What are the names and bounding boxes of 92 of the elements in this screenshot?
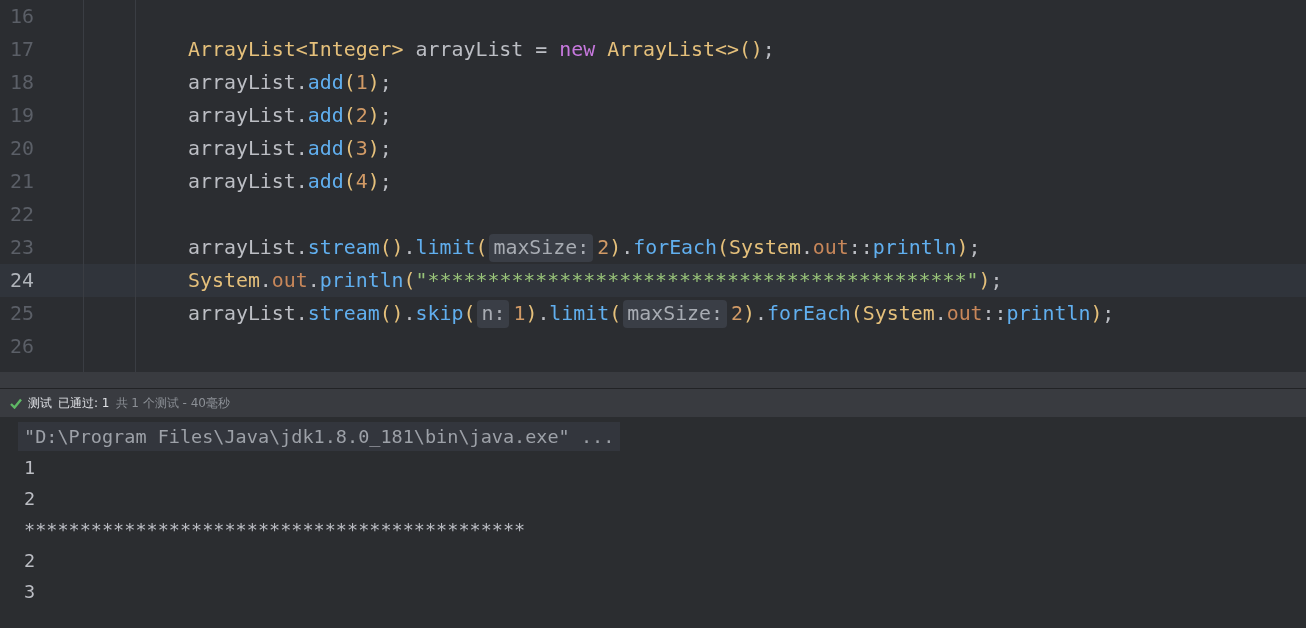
code-token: ;: [379, 103, 392, 127]
code-token: .: [403, 301, 416, 325]
code-token: ): [367, 70, 380, 94]
code-token: limit: [549, 301, 610, 325]
console-output: 3: [23, 580, 37, 604]
code-token: new: [559, 37, 596, 61]
code-token: (: [850, 301, 863, 325]
code-token: System: [862, 301, 935, 325]
code-token: 2: [731, 301, 744, 325]
code-token: stream: [307, 301, 380, 325]
code-token: System: [729, 235, 801, 259]
code-token: .: [755, 301, 767, 325]
code-token: ): [609, 235, 622, 259]
code-token: arrayList.: [188, 169, 308, 193]
code-token: .: [259, 268, 272, 292]
code-token: arrayList.: [188, 70, 308, 94]
code-token: ;: [379, 169, 392, 193]
code-token: ): [367, 136, 380, 160]
code-token: add: [307, 136, 344, 160]
code-token: 1: [513, 301, 526, 325]
code-token: limit: [415, 235, 476, 259]
code-token: ;: [379, 136, 392, 160]
code-token: arrayList.: [188, 103, 308, 127]
code-token: .: [403, 235, 416, 259]
console-output: 2: [23, 487, 37, 511]
line-number: 24: [9, 267, 35, 294]
code-token: println: [1006, 301, 1091, 325]
code-token: ::: [848, 235, 873, 259]
code-token: (: [343, 136, 356, 160]
code-token: (: [475, 235, 488, 259]
parameter-hint: n:: [477, 299, 510, 328]
code-token: ;: [968, 235, 981, 259]
parameter-hint: maxSize:: [623, 299, 728, 328]
code-token: arrayList.: [188, 136, 308, 160]
code-token: 2: [355, 103, 368, 127]
console-output: 1: [23, 456, 37, 480]
code-token: (: [717, 235, 729, 259]
code-token: ): [1090, 301, 1103, 325]
console-output: 2: [23, 549, 37, 573]
code-token: 4: [355, 169, 368, 193]
code-token: ): [978, 268, 991, 292]
code-token: 1: [355, 70, 368, 94]
test-result: 已通过: 1: [58, 395, 110, 412]
code-token: .: [621, 235, 634, 259]
code-token: ::: [982, 301, 1007, 325]
code-token: (: [403, 268, 416, 292]
code-token: ;: [762, 37, 775, 61]
code-token: ;: [379, 70, 392, 94]
code-token: ;: [990, 268, 1003, 292]
parameter-hint: maxSize:: [489, 233, 594, 262]
code-token: System: [188, 268, 260, 292]
code-token: ArrayList<Integer>: [188, 37, 404, 61]
code-token: add: [307, 70, 344, 94]
code-token: ): [956, 235, 969, 259]
code-token: arrayList.: [188, 235, 308, 259]
code-token: out: [812, 235, 849, 259]
code-token: 2: [597, 235, 610, 259]
code-token: ;: [1102, 301, 1115, 325]
code-token: (: [343, 169, 356, 193]
code-token: (): [379, 235, 404, 259]
code-token: add: [307, 169, 344, 193]
code-token: forEach: [767, 301, 851, 325]
code-token: forEach: [633, 235, 718, 259]
code-token: out: [946, 301, 983, 325]
code-token: println: [872, 235, 957, 259]
code-token: ): [367, 103, 380, 127]
code-token: .: [307, 268, 320, 292]
test-summary: 共 1 个测试 - 40毫秒: [115, 395, 230, 412]
code-token: stream: [307, 235, 380, 259]
code-token: ArrayList<>: [606, 37, 739, 61]
code-token: (: [343, 70, 356, 94]
test-label: 测试: [28, 395, 52, 412]
code-token: (): [379, 301, 404, 325]
code-token: (): [738, 37, 763, 61]
code-token: 3: [355, 136, 368, 160]
code-token: println: [319, 268, 404, 292]
code-token: "*********************************************": [415, 268, 979, 292]
console-output: *********************************************: [23, 518, 527, 542]
code-token: out: [271, 268, 308, 292]
code-token: ): [743, 301, 755, 325]
code-token: .: [537, 301, 550, 325]
code-token: arrayList =: [414, 37, 549, 61]
code-token: (: [463, 301, 476, 325]
code-token: (: [343, 103, 356, 127]
code-token: add: [307, 103, 344, 127]
code-token: .: [800, 235, 813, 259]
code-token: ): [367, 169, 380, 193]
code-token: skip: [415, 301, 464, 325]
code-token: arrayList.: [188, 301, 308, 325]
code-token: (: [609, 301, 622, 325]
code-token: .: [934, 301, 947, 325]
code-token: ): [525, 301, 538, 325]
